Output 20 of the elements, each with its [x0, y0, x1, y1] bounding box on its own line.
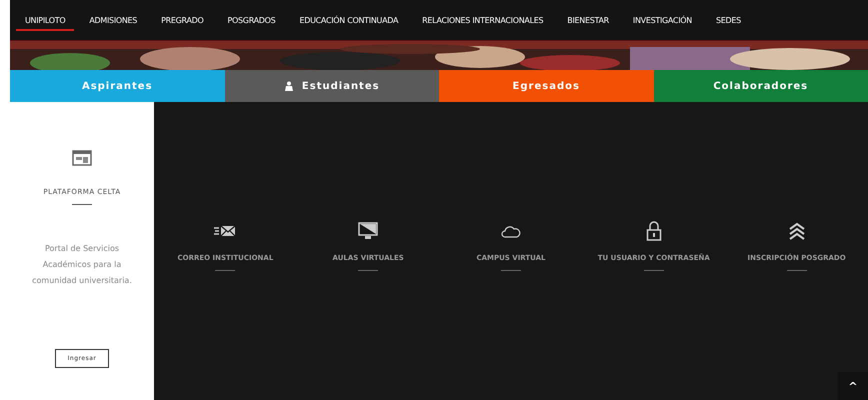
chevrons-up-icon — [788, 222, 806, 240]
nav-link[interactable]: ADMISIONES — [80, 10, 146, 30]
audience-tab[interactable]: Egresados — [439, 70, 654, 102]
nav-link[interactable]: RELACIONES INTERNACIONALES — [413, 10, 552, 30]
nav-link[interactable]: POSGRADOS — [218, 10, 284, 30]
platform-description: Portal de Servicios Académicos para la comunidad universitaria. — [31, 243, 133, 287]
nav-link[interactable]: BIENESTAR — [558, 10, 618, 30]
audience-tab[interactable]: Estudiantes — [224, 70, 439, 102]
nav-link[interactable]: INVESTIGACIÓN — [624, 10, 701, 30]
browser-window-icon — [72, 150, 92, 166]
nav-link[interactable]: PREGRADO — [152, 10, 212, 30]
scroll-to-top-button[interactable]: ^ — [838, 372, 868, 400]
nav-link[interactable]: UNIPILOTO — [16, 10, 74, 30]
envelope-icon — [214, 224, 236, 238]
nav-link[interactable]: SEDES — [706, 10, 750, 30]
cloud-icon — [500, 224, 521, 238]
audience-tab[interactable]: Colaboradores — [654, 70, 868, 102]
lock-icon — [646, 221, 662, 241]
nav-link[interactable]: EDUCACIÓN CONTINUADA — [290, 10, 408, 30]
monitor-icon — [358, 222, 378, 240]
